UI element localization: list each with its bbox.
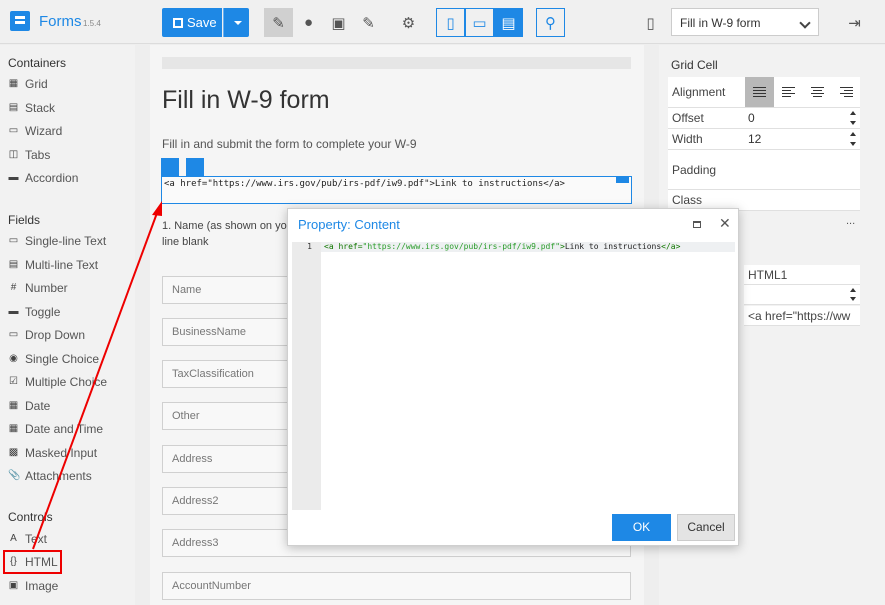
- maximize-icon[interactable]: [693, 221, 701, 228]
- editor-gutter: [292, 242, 321, 510]
- dialog-title: Property: Content: [298, 217, 400, 232]
- close-icon[interactable]: ✕: [719, 215, 731, 232]
- ok-button[interactable]: OK: [612, 514, 671, 541]
- code-editor[interactable]: 1 <a href="https://www.irs.gov/pub/irs-p…: [292, 242, 735, 510]
- code-line[interactable]: <a href="https://www.irs.gov/pub/irs-pdf…: [324, 242, 680, 252]
- property-content-dialog: Property: Content ✕ 1 <a href="https://w…: [287, 208, 739, 546]
- cancel-button[interactable]: Cancel: [677, 514, 735, 541]
- line-number: 1: [307, 242, 312, 251]
